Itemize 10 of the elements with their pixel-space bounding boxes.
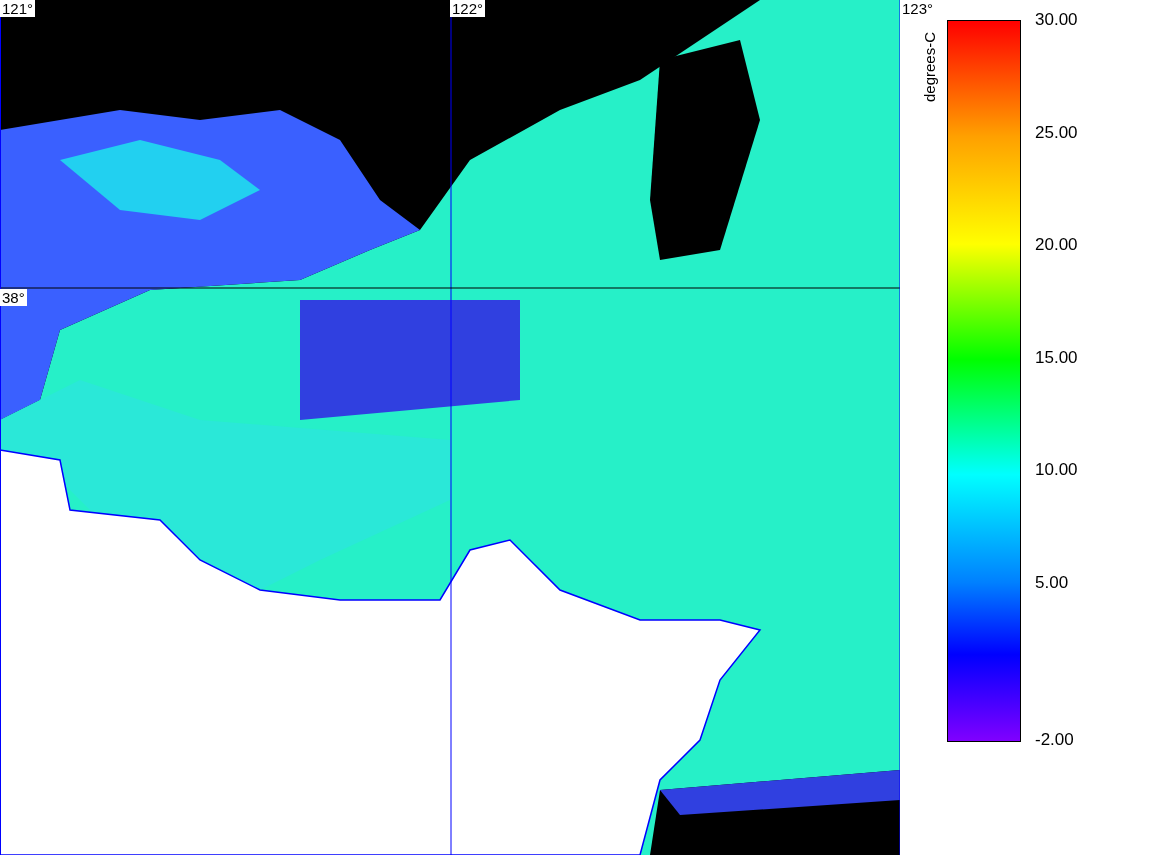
- colorbar-tick-label: 30.00: [1035, 10, 1078, 31]
- colorbar-tick-label: 25.00: [1035, 122, 1078, 144]
- latitude-label: 38°: [0, 289, 27, 306]
- colorbar-tick-label: 20.00: [1035, 235, 1078, 256]
- colorbar-tick-label: 15.00: [1035, 347, 1078, 369]
- longitude-label: 121°: [0, 0, 36, 17]
- colorbar-tick-label: 10.00: [1035, 460, 1078, 481]
- longitude-label: 122°: [450, 0, 486, 17]
- colorbar-tick-label: 5.00: [1035, 572, 1070, 594]
- colorbar-tick-label: -2.00: [1035, 730, 1075, 751]
